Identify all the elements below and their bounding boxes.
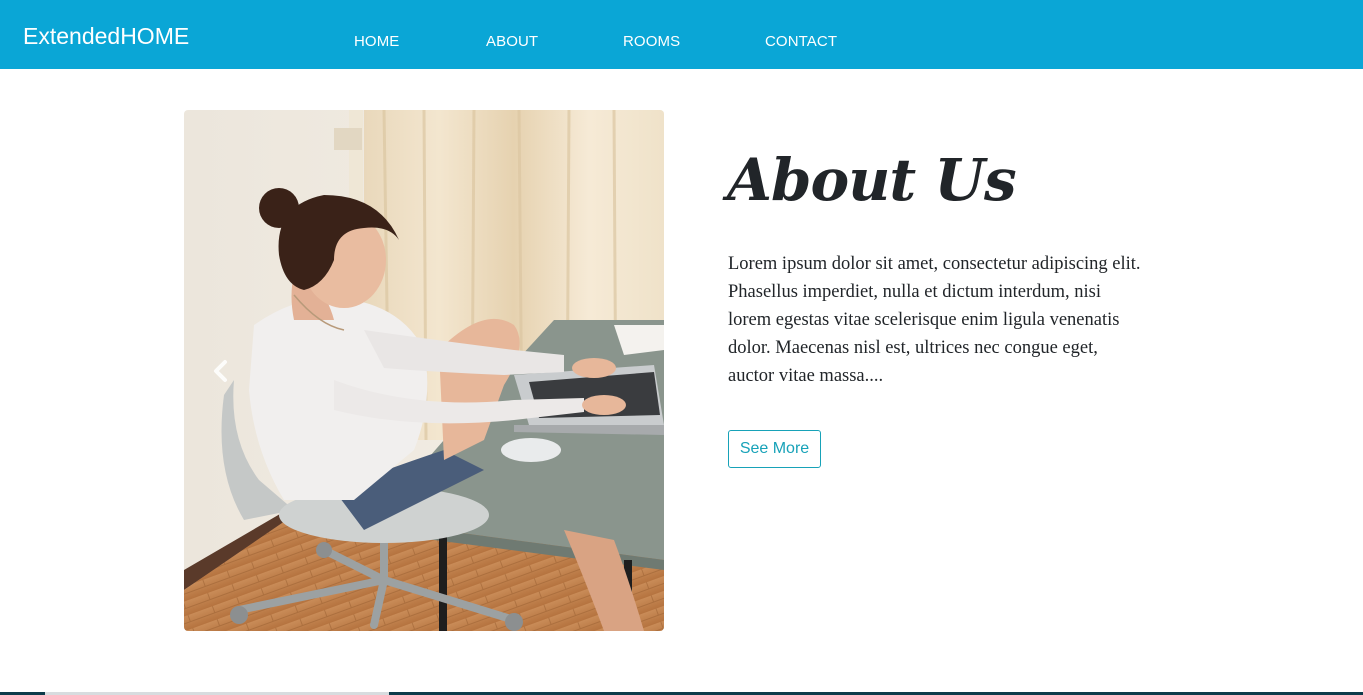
carousel-prev-control[interactable] xyxy=(208,356,234,386)
nav-link-about[interactable]: ABOUT xyxy=(486,33,538,51)
about-title: About Us xyxy=(727,146,1017,214)
top-navbar: ExtendedHOME HOME ABOUT ROOMS CONTACT xyxy=(0,0,1363,69)
nav-link-rooms[interactable]: ROOMS xyxy=(623,33,680,51)
carousel-image xyxy=(184,110,664,631)
nav-link-contact[interactable]: CONTACT xyxy=(765,33,837,51)
about-description: Lorem ipsum dolor sit amet, consectetur … xyxy=(728,254,1141,386)
see-more-button[interactable]: See More xyxy=(728,430,821,468)
woman-at-laptop-photo xyxy=(184,110,664,631)
brand-logo-link[interactable]: ExtendedHOME xyxy=(23,22,189,50)
nav-link-home[interactable]: HOME xyxy=(354,33,399,51)
chevron-left-icon xyxy=(214,360,227,382)
